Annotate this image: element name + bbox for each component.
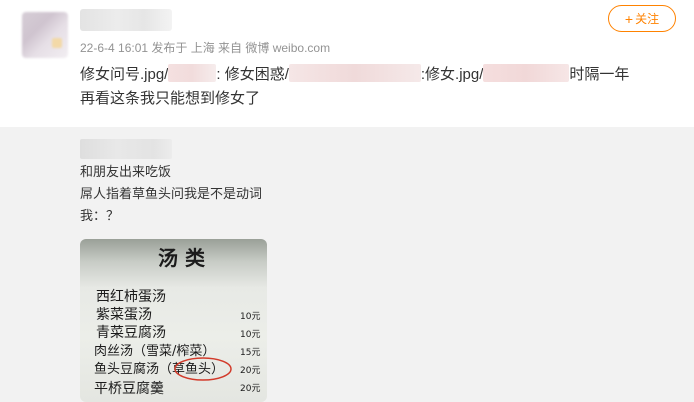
menu-photo[interactable]: 汤 类 西红柿蛋汤 紫菜蛋汤 10元 青菜豆腐汤 10元 肉丝汤（雪菜/榨菜） … [80,239,267,402]
text-fragment: :修女.jpg/ [420,66,484,83]
redacted-link[interactable] [288,64,421,82]
text-fragment: 修女问号.jpg/ [80,66,169,83]
menu-price: 10元 [240,330,260,340]
post-text-line-2: 再看这条我只能想到修女了 [80,90,261,107]
menu-price: 15元 [240,348,260,358]
text-fragment: 时隔一年 [569,66,630,83]
follow-button[interactable]: + 关注 [608,5,676,32]
menu-item: 鱼头豆腐汤（草鱼头） [94,361,224,377]
menu-price: 20元 [240,384,260,394]
repost-line: 我：？ [80,208,120,223]
menu-item: 平桥豆腐羹 [94,380,164,397]
menu-item: 青菜豆腐汤 [96,324,166,341]
menu-item: 西红柿蛋汤 [96,288,166,305]
repost-line: 屌人指着草鱼头问我是不是动词 [80,186,263,201]
redacted-link[interactable] [168,64,217,82]
menu-item: 肉丝汤（雪菜/榨菜） [94,343,215,359]
menu-title: 汤 类 [158,246,205,270]
redacted-link[interactable] [483,64,570,82]
menu-price: 20元 [240,366,260,376]
username-redacted[interactable] [80,9,172,31]
post-text: 修女问号.jpg/ : 修女困惑/ :修女.jpg/时隔一年 再看这条我只能想到修女… [80,63,680,111]
repost-username-redacted[interactable] [80,139,172,159]
post-card: 22-6-4 16:01 发布于 上海 来自 微博 weibo.com + 关注… [0,0,694,127]
menu-photo-drawing: 汤 类 西红柿蛋汤 紫菜蛋汤 10元 青菜豆腐汤 10元 肉丝汤（雪菜/榨菜） … [94,246,260,397]
repost-block: 和朋友出来吃饭 屌人指着草鱼头问我是不是动词 我：？ 汤 类 西红柿蛋汤 紫菜蛋… [0,127,694,402]
repost-text: 和朋友出来吃饭 屌人指着草鱼头问我是不是动词 我：？ [80,161,262,227]
repost-line: 和朋友出来吃饭 [80,164,172,179]
text-fragment: : 修女困惑/ [216,66,289,83]
menu-price: 10元 [240,312,260,322]
avatar[interactable] [22,12,68,58]
menu-item: 紫菜蛋汤 [96,307,152,323]
follow-label: 关注 [635,12,660,26]
post-text-line-1: 修女问号.jpg/ : 修女困惑/ :修女.jpg/时隔一年 [80,63,680,87]
plus-icon: + [624,10,634,27]
post-meta: 22-6-4 16:01 发布于 上海 来自 微博 weibo.com [80,41,331,55]
